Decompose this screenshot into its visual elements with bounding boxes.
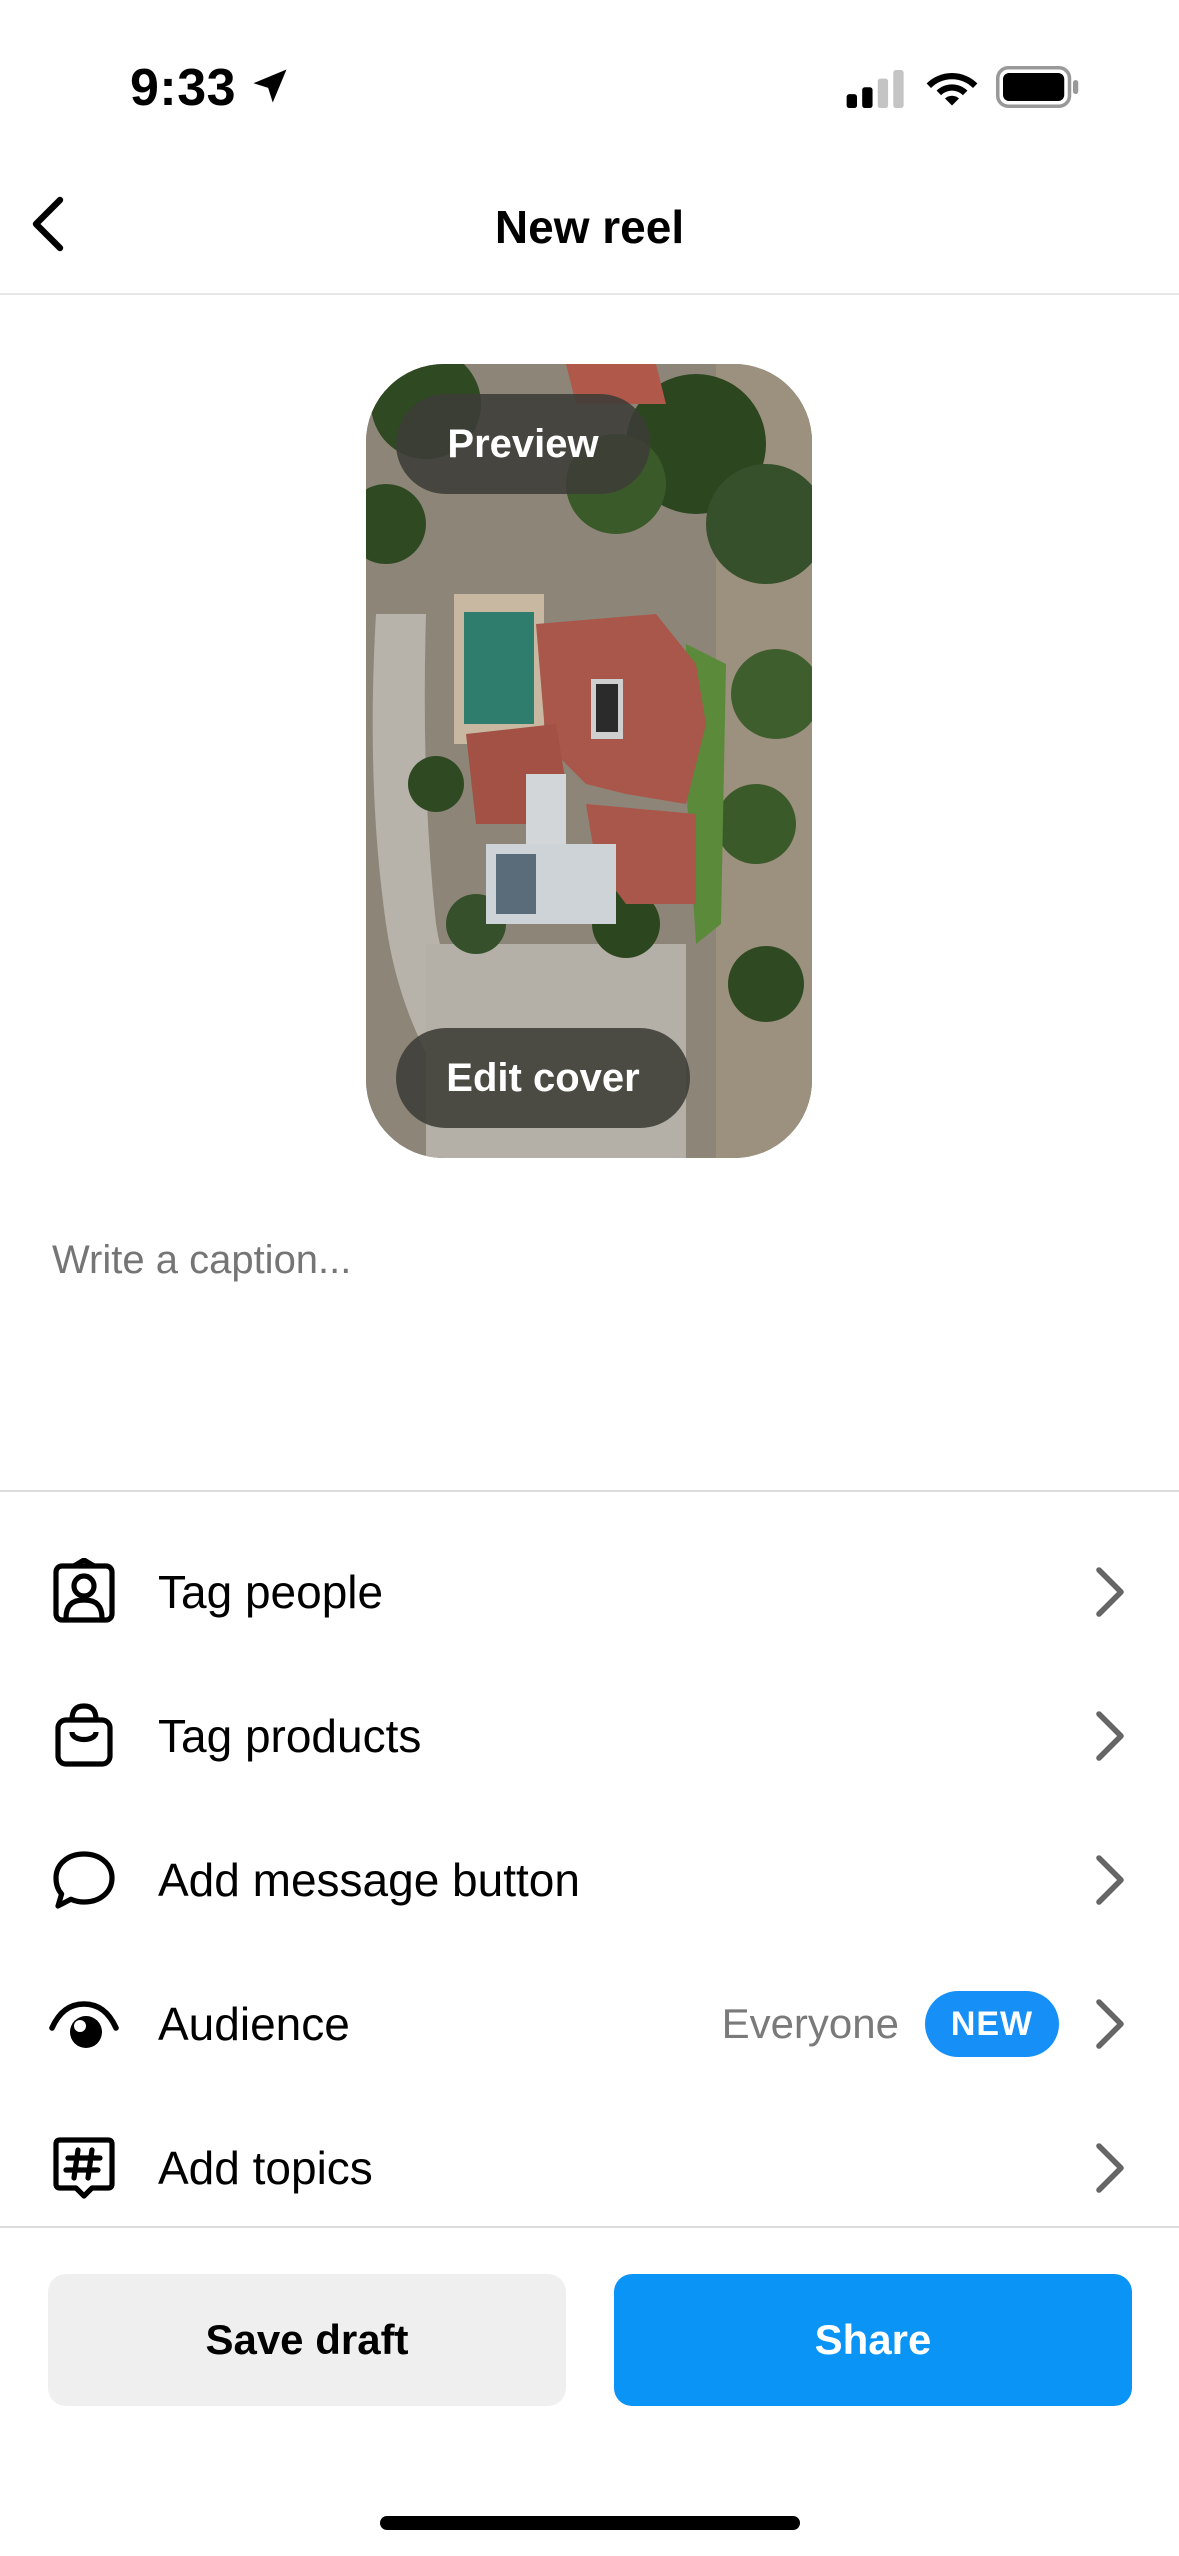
edit-cover-button[interactable]: Edit cover [396, 1028, 690, 1128]
speech-bubble-icon [53, 1851, 115, 1909]
divider [0, 1490, 1179, 1492]
chevron-right-icon [1096, 1567, 1124, 1617]
audience-value: Everyone [721, 2000, 899, 2047]
chevron-right-icon [1096, 1855, 1124, 1905]
hashtag-icon [53, 2137, 115, 2199]
row-label: Tag products [158, 1710, 422, 1762]
eye-icon [49, 2001, 119, 2048]
new-badge: NEW [925, 1991, 1059, 2057]
shopping-bag-icon [55, 1703, 113, 1767]
battery-icon [996, 66, 1079, 108]
row-label: Audience [158, 1998, 350, 2050]
chevron-right-icon [1096, 1711, 1124, 1761]
caption-input[interactable] [52, 1238, 1127, 1283]
row-label: Add message button [158, 1854, 580, 1906]
wifi-icon [926, 73, 978, 106]
row-label: Add topics [158, 2142, 373, 2194]
add-topics-row[interactable]: Add topics [0, 2096, 1179, 2240]
tag-people-icon [53, 1558, 115, 1623]
new-reel-screen: 9:33 New reel Preview Edit cover Write a… [0, 0, 1179, 2556]
options-list: Tag people Tag products Add message butt… [0, 1520, 1179, 2240]
add-message-button-row[interactable]: Add message button [0, 1808, 1179, 1952]
chevron-right-icon [1096, 2143, 1124, 2193]
preview-button[interactable]: Preview [396, 394, 650, 494]
divider [0, 2226, 1179, 2228]
share-button[interactable]: Share [614, 2274, 1132, 2406]
location-arrow-icon [253, 69, 287, 103]
tag-products-row[interactable]: Tag products [0, 1664, 1179, 1808]
chevron-right-icon [1096, 1999, 1124, 2049]
row-label: Tag people [158, 1566, 384, 1618]
reel-cover-thumbnail[interactable]: Preview Edit cover [366, 364, 812, 1158]
home-indicator [380, 2516, 800, 2530]
status-time: 9:33 [130, 59, 237, 117]
page-title: New reel [494, 201, 685, 253]
audience-row[interactable]: Audience Everyone NEW [0, 1952, 1179, 2096]
save-draft-button[interactable]: Save draft [48, 2274, 566, 2406]
cellular-signal-icon [846, 70, 904, 108]
status-bar: 9:33 [0, 0, 1179, 150]
tag-people-row[interactable]: Tag people [0, 1520, 1179, 1664]
header: New reel [0, 150, 1179, 295]
